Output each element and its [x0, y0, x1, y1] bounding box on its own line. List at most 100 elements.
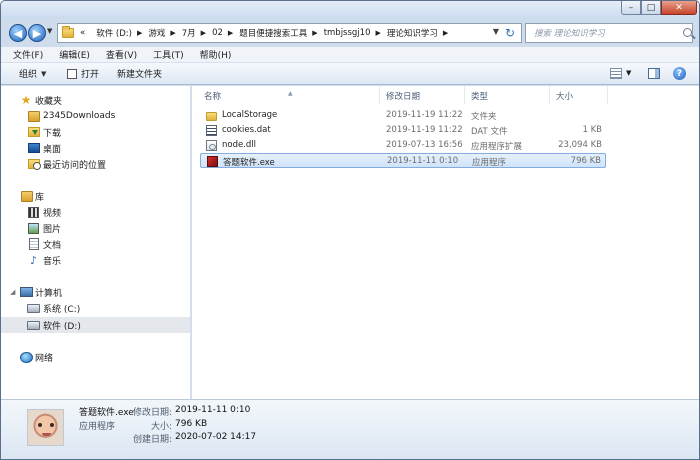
- column-header-row: ▲ 名称 修改日期 类型 大小: [192, 86, 699, 104]
- recent-pages-dropdown[interactable]: ▼: [47, 27, 52, 35]
- sidebar-item-label: 收藏夹: [35, 96, 63, 107]
- desktop-icon: [28, 143, 40, 153]
- file-row-localstorage[interactable]: LocalStorage 2019-11-19 11:22 文件夹: [200, 108, 606, 123]
- sidebar-item-recent-places[interactable]: 最近访问的位置: [1, 156, 190, 172]
- chevron-down-icon[interactable]: ▼: [626, 69, 631, 77]
- column-header-type[interactable]: 类型: [471, 90, 488, 102]
- application-icon: [207, 156, 218, 167]
- maximize-button[interactable]: □: [641, 1, 661, 15]
- chevron-right-icon[interactable]: ▶: [443, 29, 448, 37]
- sidebar-item-videos[interactable]: 视频: [1, 204, 190, 220]
- file-row-node-dll[interactable]: node.dll 2019-07-13 16:56 应用程序扩展 23,094 …: [200, 138, 606, 153]
- chevron-right-icon[interactable]: ▶: [376, 29, 381, 37]
- sidebar-item-label: 音乐: [43, 256, 62, 267]
- sidebar-item-downloads[interactable]: 下载: [1, 124, 190, 140]
- dat-file-icon: [206, 125, 217, 136]
- column-divider[interactable]: [549, 86, 550, 104]
- address-bar[interactable]: « 软件 (D:) ▶ 游戏 ▶ 7月 ▶ 02 ▶ 题目便捷搜索工具 ▶ tm…: [57, 23, 522, 43]
- file-row-exe-selected[interactable]: 答题软件.exe 2019-11-11 0:10 应用程序 796 KB: [200, 153, 606, 168]
- sidebar-item-desktop[interactable]: 桌面: [1, 140, 190, 156]
- file-thumbnail: [27, 409, 64, 446]
- documents-icon: [29, 238, 39, 250]
- menu-edit[interactable]: 编辑(E): [59, 48, 90, 61]
- chevron-right-icon[interactable]: ▶: [228, 29, 233, 37]
- breadcrumb-item[interactable]: 02: [212, 28, 223, 38]
- column-header-date[interactable]: 修改日期: [386, 90, 420, 102]
- column-header-name[interactable]: 名称: [204, 90, 221, 102]
- breadcrumb-item[interactable]: 理论知识学习: [387, 27, 438, 39]
- pictures-icon: [28, 222, 39, 234]
- breadcrumb-item[interactable]: 7月: [182, 27, 196, 39]
- menu-bar: 文件(F) 编辑(E) 查看(V) 工具(T) 帮助(H): [1, 47, 699, 63]
- view-options-icon[interactable]: [610, 68, 622, 79]
- sidebar-item-label: 软件 (D:): [43, 321, 81, 332]
- sidebar-item-pictures[interactable]: 图片: [1, 220, 190, 236]
- open-button[interactable]: 打开: [67, 67, 99, 80]
- sidebar-item-drive-d[interactable]: 软件 (D:): [1, 317, 190, 333]
- file-size: 796 KB: [570, 156, 601, 166]
- menu-tools[interactable]: 工具(T): [153, 48, 184, 61]
- chevron-right-icon[interactable]: ▶: [201, 29, 206, 37]
- breadcrumb-item[interactable]: 题目便捷搜索工具: [239, 27, 307, 39]
- sidebar-item-music[interactable]: ♪ 音乐: [1, 252, 190, 268]
- address-history-dropdown[interactable]: ▼: [493, 27, 499, 36]
- folder-icon: [206, 112, 217, 121]
- organize-button[interactable]: 组织 ▼: [19, 67, 46, 81]
- breadcrumb: « 软件 (D:) ▶ 游戏 ▶ 7月 ▶ 02 ▶ 题目便捷搜索工具 ▶ tm…: [80, 27, 454, 39]
- sidebar-item-drive-c[interactable]: 系统 (C:): [1, 300, 190, 316]
- navigation-pane[interactable]: ★ 收藏夹 2345Downloads 下载 桌面 最近访问的位置 库 视频 图…: [1, 86, 191, 399]
- search-input[interactable]: 搜索 理论知识学习: [525, 23, 693, 43]
- chevron-right-icon[interactable]: ▶: [170, 29, 175, 37]
- column-divider[interactable]: [607, 86, 608, 104]
- sidebar-item-label: 文档: [43, 240, 62, 251]
- preview-pane-icon[interactable]: [648, 68, 660, 79]
- sidebar-item-libraries[interactable]: 库: [1, 188, 190, 204]
- file-name: LocalStorage: [222, 110, 278, 120]
- details-file-type: 应用程序: [79, 422, 116, 432]
- libraries-icon: [21, 190, 33, 202]
- details-created-label: 创建日期:: [132, 435, 172, 445]
- column-header-size[interactable]: 大小: [556, 90, 573, 102]
- sidebar-item-label: 2345Downloads: [43, 111, 116, 121]
- command-bar: 组织 ▼ 打开 新建文件夹 ▼ ?: [1, 63, 699, 85]
- sidebar-item-label: 库: [35, 192, 45, 203]
- close-button[interactable]: ✕: [661, 1, 697, 15]
- chevron-right-icon[interactable]: ▶: [137, 29, 142, 37]
- file-list[interactable]: ▲ 名称 修改日期 类型 大小 LocalStorage 2019-11-19 …: [192, 86, 699, 399]
- sidebar-item-favorites[interactable]: ★ 收藏夹: [1, 92, 190, 108]
- sidebar-item-2345downloads[interactable]: 2345Downloads: [1, 108, 190, 124]
- back-button[interactable]: ◀: [9, 24, 27, 42]
- minimize-button[interactable]: –: [621, 1, 641, 15]
- file-name: 答题软件.exe: [223, 158, 275, 168]
- sidebar-item-network[interactable]: 网络: [1, 349, 190, 365]
- file-date: 2019-11-19 11:22: [386, 110, 463, 120]
- expand-arrow-icon[interactable]: ◢: [10, 288, 15, 296]
- help-icon[interactable]: ?: [673, 67, 686, 80]
- sidebar-item-computer[interactable]: ◢ 计算机: [1, 284, 190, 300]
- breadcrumb-item[interactable]: 软件 (D:): [96, 27, 132, 39]
- chevron-right-icon[interactable]: ▶: [312, 29, 317, 37]
- videos-icon: [28, 206, 39, 218]
- column-divider[interactable]: [379, 86, 380, 104]
- sidebar-item-documents[interactable]: 文档: [1, 236, 190, 252]
- menu-view[interactable]: 查看(V): [106, 48, 137, 61]
- breadcrumb-item[interactable]: tmbjssgj10: [324, 28, 371, 38]
- column-divider[interactable]: [464, 86, 465, 104]
- search-icon[interactable]: [683, 28, 692, 37]
- sidebar-item-label: 系统 (C:): [43, 304, 81, 315]
- open-icon: [67, 68, 77, 79]
- file-name: cookies.dat: [222, 125, 271, 135]
- new-folder-button[interactable]: 新建文件夹: [117, 67, 162, 80]
- breadcrumb-item[interactable]: 游戏: [148, 27, 165, 39]
- music-icon: ♪: [29, 253, 38, 267]
- open-label: 打开: [81, 70, 100, 80]
- menu-file[interactable]: 文件(F): [13, 48, 43, 61]
- downloads-icon: [28, 127, 40, 137]
- forward-button[interactable]: ▶: [28, 24, 46, 42]
- file-row-cookies[interactable]: cookies.dat 2019-11-19 11:22 DAT 文件 1 KB: [200, 123, 606, 138]
- file-date: 2019-11-19 11:22: [386, 125, 463, 135]
- menu-help[interactable]: 帮助(H): [200, 48, 232, 61]
- breadcrumb-overflow[interactable]: «: [80, 28, 85, 38]
- refresh-icon[interactable]: ↻: [502, 25, 518, 41]
- details-size-value: 796 KB: [175, 419, 208, 429]
